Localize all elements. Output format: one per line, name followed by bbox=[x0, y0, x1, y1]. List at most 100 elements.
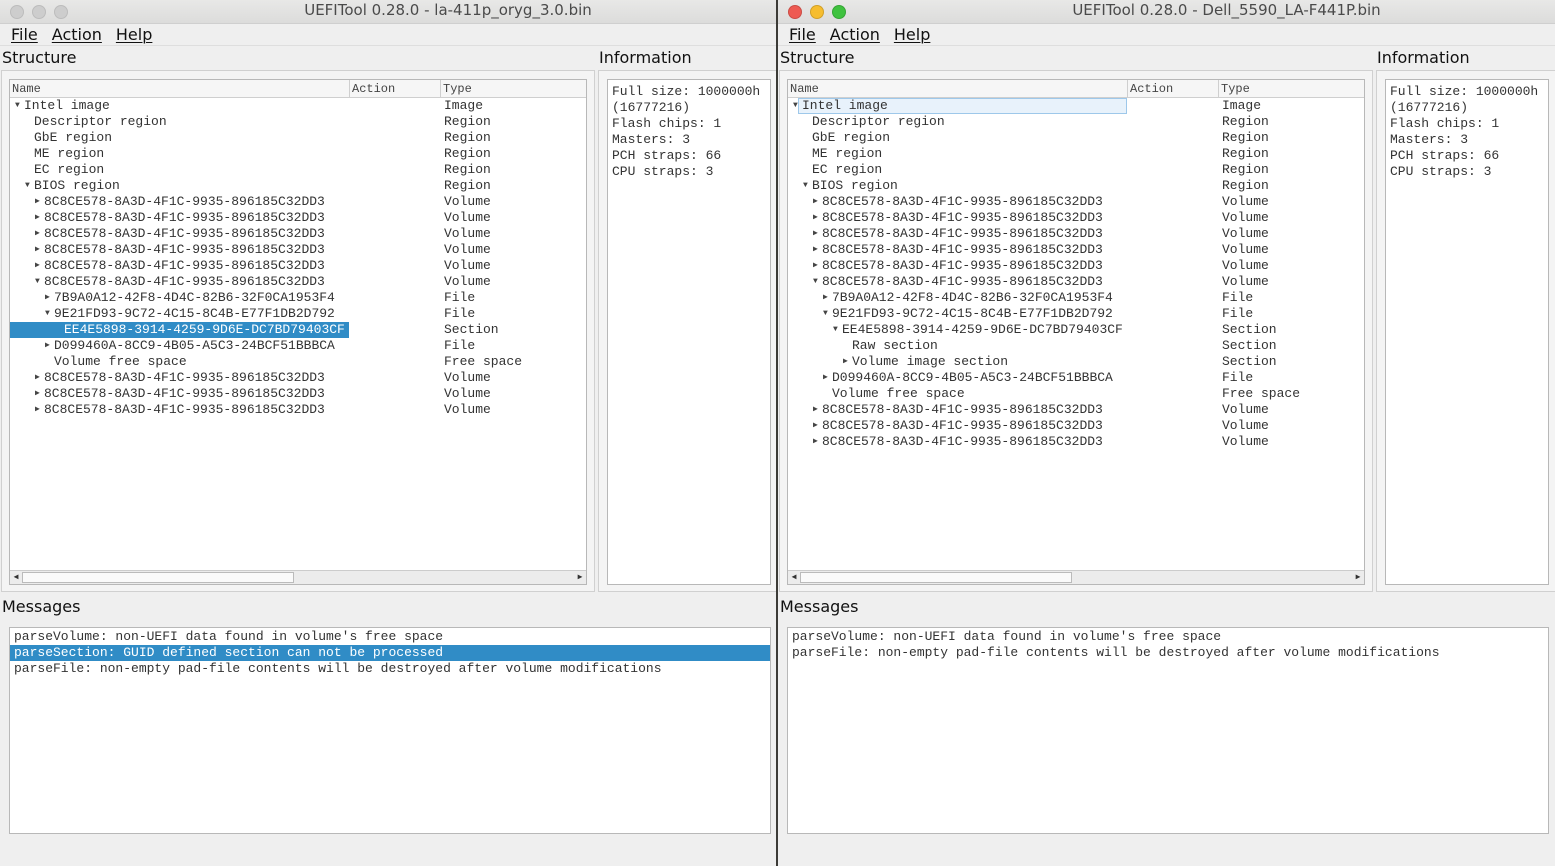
tree-row[interactable]: ▼ 9E21FD93-9C72-4C15-8C4B-E77F1DB2D792 Fil… bbox=[10, 306, 586, 322]
tree-row[interactable]: ▶ 8C8CE578-8A3D-4F1C-9935-896185C32DD3 Vol… bbox=[788, 226, 1364, 242]
tree-row[interactable]: ▶ 8C8CE578-8A3D-4F1C-9935-896185C32DD3 Vol… bbox=[10, 258, 586, 274]
menu-action[interactable]: Action bbox=[52, 24, 102, 45]
message-item[interactable]: parseVolume: non-UEFI data found in volu… bbox=[10, 629, 770, 645]
tree-row[interactable]: GbE region Region bbox=[788, 130, 1364, 146]
tree-row[interactable]: ▼ 8C8CE578-8A3D-4F1C-9935-896185C32DD3 Vol… bbox=[788, 274, 1364, 290]
tree-row[interactable]: ▼ Intel image Image bbox=[788, 98, 1364, 114]
collapsed-arrow-icon[interactable]: ▶ bbox=[823, 370, 828, 386]
message-item[interactable]: parseVolume: non-UEFI data found in volu… bbox=[788, 629, 1548, 645]
collapsed-arrow-icon[interactable]: ▶ bbox=[823, 290, 828, 306]
tree-row[interactable]: ▼ BIOS region Region bbox=[788, 178, 1364, 194]
tree-row[interactable]: ▶ 7B9A0A12-42F8-4D4C-82B6-32F0CA1953F4 Fil… bbox=[788, 290, 1364, 306]
tree-row[interactable]: ▼ 8C8CE578-8A3D-4F1C-9935-896185C32DD3 Vol… bbox=[10, 274, 586, 290]
tree-row[interactable]: ME region Region bbox=[10, 146, 586, 162]
tree-row[interactable]: ▼ 9E21FD93-9C72-4C15-8C4B-E77F1DB2D792 Fil… bbox=[788, 306, 1364, 322]
tree-row[interactable]: ▶ 8C8CE578-8A3D-4F1C-9935-896185C32DD3 Vol… bbox=[10, 370, 586, 386]
message-item[interactable]: parseFile: non-empty pad-file contents w… bbox=[788, 645, 1548, 661]
collapsed-arrow-icon[interactable]: ▶ bbox=[813, 258, 818, 274]
collapsed-arrow-icon[interactable]: ▶ bbox=[813, 226, 818, 242]
tree-row[interactable]: Descriptor region Region bbox=[788, 114, 1364, 130]
tree-row[interactable]: ▶ 8C8CE578-8A3D-4F1C-9935-896185C32DD3 Vol… bbox=[788, 434, 1364, 450]
title-bar[interactable]: UEFITool 0.28.0 - Dell_5590_LA-F441P.bin bbox=[778, 0, 1555, 24]
scrollbar-thumb[interactable] bbox=[800, 572, 1072, 583]
expanded-arrow-icon[interactable]: ▼ bbox=[793, 98, 798, 114]
expanded-arrow-icon[interactable]: ▼ bbox=[15, 98, 20, 114]
tree-row[interactable]: ▶ D099460A-8CC9-4B05-A5C3-24BCF51BBBCA Fil… bbox=[10, 338, 586, 354]
tree-row[interactable]: ▼ BIOS region Region bbox=[10, 178, 586, 194]
horizontal-scrollbar[interactable]: ◀ ▶ bbox=[10, 570, 586, 584]
message-item[interactable]: parseFile: non-empty pad-file contents w… bbox=[10, 661, 770, 677]
column-header-name[interactable]: Name bbox=[788, 80, 1128, 98]
message-item[interactable]: parseSection: GUID defined section can n… bbox=[10, 645, 770, 661]
collapsed-arrow-icon[interactable]: ▶ bbox=[813, 210, 818, 226]
tree-row[interactable]: Volume free space Free space bbox=[788, 386, 1364, 402]
tree-row[interactable]: ▶ 8C8CE578-8A3D-4F1C-9935-896185C32DD3 Vol… bbox=[788, 210, 1364, 226]
tree-row[interactable]: Volume free space Free space bbox=[10, 354, 586, 370]
collapsed-arrow-icon[interactable]: ▶ bbox=[35, 258, 40, 274]
column-header-name[interactable]: Name bbox=[10, 80, 350, 98]
structure-tree[interactable]: Name Action Type ▼ Intel image Image Descripto… bbox=[9, 79, 587, 585]
messages-list[interactable]: parseVolume: non-UEFI data found in volu… bbox=[787, 627, 1549, 834]
tree-row[interactable]: ▶ 8C8CE578-8A3D-4F1C-9935-896185C32DD3 Vol… bbox=[788, 258, 1364, 274]
expanded-arrow-icon[interactable]: ▼ bbox=[25, 178, 30, 194]
menu-file[interactable]: File bbox=[11, 24, 38, 45]
collapsed-arrow-icon[interactable]: ▶ bbox=[35, 226, 40, 242]
collapsed-arrow-icon[interactable]: ▶ bbox=[35, 370, 40, 386]
tree-row[interactable]: ▶ 8C8CE578-8A3D-4F1C-9935-896185C32DD3 Vol… bbox=[788, 242, 1364, 258]
scroll-right-icon[interactable]: ▶ bbox=[1352, 571, 1364, 584]
collapsed-arrow-icon[interactable]: ▶ bbox=[45, 338, 50, 354]
tree-row[interactable]: ▶ Volume image section Section bbox=[788, 354, 1364, 370]
column-header-type[interactable]: Type bbox=[441, 80, 586, 98]
expanded-arrow-icon[interactable]: ▼ bbox=[813, 274, 818, 290]
column-header-action[interactable]: Action bbox=[1128, 80, 1219, 98]
collapsed-arrow-icon[interactable]: ▶ bbox=[35, 402, 40, 418]
expanded-arrow-icon[interactable]: ▼ bbox=[35, 274, 40, 290]
tree-row[interactable]: Raw section Section bbox=[788, 338, 1364, 354]
tree-row[interactable]: Descriptor region Region bbox=[10, 114, 586, 130]
tree-row[interactable]: ME region Region bbox=[788, 146, 1364, 162]
column-header-type[interactable]: Type bbox=[1219, 80, 1364, 98]
collapsed-arrow-icon[interactable]: ▶ bbox=[35, 242, 40, 258]
tree-row[interactable]: ▶ 8C8CE578-8A3D-4F1C-9935-896185C32DD3 Vol… bbox=[788, 402, 1364, 418]
menu-help[interactable]: Help bbox=[116, 24, 152, 45]
collapsed-arrow-icon[interactable]: ▶ bbox=[813, 402, 818, 418]
tree-row[interactable]: ▶ 8C8CE578-8A3D-4F1C-9935-896185C32DD3 Vol… bbox=[10, 194, 586, 210]
tree-row[interactable]: ▶ 8C8CE578-8A3D-4F1C-9935-896185C32DD3 Vol… bbox=[10, 402, 586, 418]
tree-row[interactable]: ▼ EE4E5898-3914-4259-9D6E-DC7BD79403CF Sec… bbox=[788, 322, 1364, 338]
tree-row[interactable]: ▶ D099460A-8CC9-4B05-A5C3-24BCF51BBBCA Fil… bbox=[788, 370, 1364, 386]
collapsed-arrow-icon[interactable]: ▶ bbox=[813, 434, 818, 450]
collapsed-arrow-icon[interactable]: ▶ bbox=[35, 194, 40, 210]
tree-row[interactable]: ▶ 8C8CE578-8A3D-4F1C-9935-896185C32DD3 Vol… bbox=[788, 418, 1364, 434]
tree-row[interactable]: ▶ 8C8CE578-8A3D-4F1C-9935-896185C32DD3 Vol… bbox=[788, 194, 1364, 210]
menu-action[interactable]: Action bbox=[830, 24, 880, 45]
tree-row[interactable]: EE4E5898-3914-4259-9D6E-DC7BD79403CF Sect… bbox=[10, 322, 586, 338]
collapsed-arrow-icon[interactable]: ▶ bbox=[813, 418, 818, 434]
messages-list[interactable]: parseVolume: non-UEFI data found in volu… bbox=[9, 627, 771, 834]
expanded-arrow-icon[interactable]: ▼ bbox=[45, 306, 50, 322]
scroll-left-icon[interactable]: ◀ bbox=[788, 571, 800, 584]
collapsed-arrow-icon[interactable]: ▶ bbox=[813, 242, 818, 258]
collapsed-arrow-icon[interactable]: ▶ bbox=[35, 210, 40, 226]
tree-row[interactable]: GbE region Region bbox=[10, 130, 586, 146]
expanded-arrow-icon[interactable]: ▼ bbox=[823, 306, 828, 322]
horizontal-scrollbar[interactable]: ◀ ▶ bbox=[788, 570, 1364, 584]
collapsed-arrow-icon[interactable]: ▶ bbox=[843, 354, 848, 370]
tree-row[interactable]: EC region Region bbox=[10, 162, 586, 178]
tree-row[interactable]: ▶ 8C8CE578-8A3D-4F1C-9935-896185C32DD3 Vol… bbox=[10, 210, 586, 226]
expanded-arrow-icon[interactable]: ▼ bbox=[833, 322, 838, 338]
title-bar[interactable]: UEFITool 0.28.0 - la-411p_oryg_3.0.bin bbox=[0, 0, 776, 24]
menu-file[interactable]: File bbox=[789, 24, 816, 45]
tree-row[interactable]: EC region Region bbox=[788, 162, 1364, 178]
collapsed-arrow-icon[interactable]: ▶ bbox=[45, 290, 50, 306]
structure-tree[interactable]: Name Action Type ▼ Intel image Image Descripto… bbox=[787, 79, 1365, 585]
scroll-right-icon[interactable]: ▶ bbox=[574, 571, 586, 584]
scrollbar-thumb[interactable] bbox=[22, 572, 294, 583]
collapsed-arrow-icon[interactable]: ▶ bbox=[35, 386, 40, 402]
tree-row[interactable]: ▶ 7B9A0A12-42F8-4D4C-82B6-32F0CA1953F4 Fil… bbox=[10, 290, 586, 306]
tree-row[interactable]: ▶ 8C8CE578-8A3D-4F1C-9935-896185C32DD3 Vol… bbox=[10, 226, 586, 242]
collapsed-arrow-icon[interactable]: ▶ bbox=[813, 194, 818, 210]
column-header-action[interactable]: Action bbox=[350, 80, 441, 98]
tree-row[interactable]: ▶ 8C8CE578-8A3D-4F1C-9935-896185C32DD3 Vol… bbox=[10, 242, 586, 258]
scroll-left-icon[interactable]: ◀ bbox=[10, 571, 22, 584]
tree-row[interactable]: ▼ Intel image Image bbox=[10, 98, 586, 114]
